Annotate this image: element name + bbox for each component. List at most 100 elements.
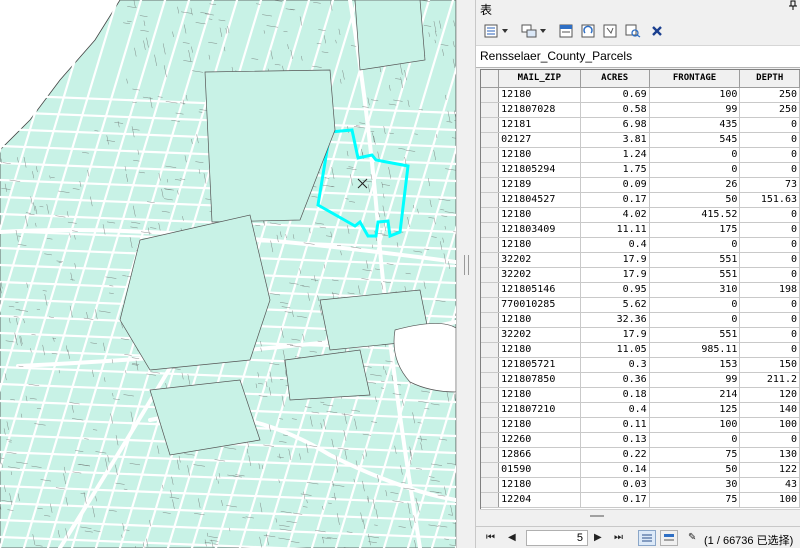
table-row[interactable]: 12260 0.13 0 0 [481,432,800,448]
table-cell[interactable]: 122 [739,462,800,478]
table-row[interactable]: 32202 17.9 551 0 [481,267,800,283]
table-cell[interactable]: 551 [649,267,741,283]
table-cell[interactable]: 12260 [498,432,581,448]
table-row[interactable]: 12180 11.05 985.11 0 [481,342,800,358]
scrollbar-thumb[interactable] [590,515,604,517]
table-cell[interactable]: 0 [739,132,800,148]
table-cell[interactable]: 0.3 [580,357,650,373]
row-selector[interactable] [481,492,500,508]
table-cell[interactable]: 12180 [498,312,581,328]
table-cell[interactable]: 198 [739,282,800,298]
table-cell[interactable]: 0 [739,342,800,358]
table-cell[interactable]: 99 [649,102,741,118]
table-row[interactable]: 121803409 11.11 175 0 [481,222,800,238]
select-by-attributes-icon[interactable] [558,23,576,39]
table-cell[interactable]: 0 [739,147,800,163]
row-selector[interactable] [481,147,500,163]
table-cell[interactable]: 0 [649,297,741,313]
row-selector[interactable] [481,222,500,238]
table-cell[interactable]: 121807210 [498,402,581,418]
row-selector[interactable] [481,252,500,268]
show-selected-records-button[interactable] [660,530,678,546]
table-cell[interactable]: 12180 [498,387,581,403]
table-row[interactable]: 121805146 0.95 310 198 [481,282,800,298]
row-selector[interactable] [481,447,500,463]
table-cell[interactable]: 12181 [498,117,581,133]
table-cell[interactable]: 153 [649,357,741,373]
table-cell[interactable]: 4.02 [580,207,650,223]
table-cell[interactable]: 0.17 [580,492,650,508]
row-selector[interactable] [481,462,500,478]
table-cell[interactable]: 12180 [498,342,581,358]
column-header[interactable]: FRONTAGE [649,70,741,88]
table-cell[interactable]: 12180 [498,477,581,493]
row-selector[interactable] [481,342,500,358]
table-cell[interactable]: 100 [739,492,800,508]
table-cell[interactable]: 0 [739,162,800,178]
table-cell[interactable]: 0 [649,147,741,163]
table-cell[interactable]: 0.36 [580,372,650,388]
table-cell[interactable]: 32202 [498,327,581,343]
table-cell[interactable]: 12204 [498,492,581,508]
table-cell[interactable]: 211.2 [739,372,800,388]
splitter-grip[interactable] [464,255,469,275]
row-selector[interactable] [481,327,500,343]
table-cell[interactable]: 214 [649,387,741,403]
table-cell[interactable]: 01590 [498,462,581,478]
row-selector[interactable] [481,357,500,373]
table-cell[interactable]: 0.58 [580,102,650,118]
switch-selection-icon[interactable] [580,23,598,39]
table-cell[interactable]: 125 [649,402,741,418]
table-cell[interactable]: 100 [649,417,741,433]
table-cell[interactable]: 26 [649,177,741,193]
table-cell[interactable]: 415.52 [649,207,741,223]
table-cell[interactable]: 0.18 [580,387,650,403]
table-row[interactable]: 12180 1.24 0 0 [481,147,800,163]
table-row[interactable]: 12180 0.4 0 0 [481,237,800,253]
zoom-to-selected-icon[interactable] [624,23,642,39]
table-cell[interactable]: 32202 [498,267,581,283]
row-selector[interactable] [481,237,500,253]
table-row[interactable]: 02127 3.81 545 0 [481,132,800,148]
table-row[interactable]: 01590 0.14 50 122 [481,462,800,478]
table-cell[interactable]: 0 [649,312,741,328]
table-cell[interactable]: 50 [649,192,741,208]
table-cell[interactable]: 985.11 [649,342,741,358]
table-cell[interactable]: 435 [649,117,741,133]
table-cell[interactable]: 6.98 [580,117,650,133]
table-cell[interactable]: 130 [739,447,800,463]
table-cell[interactable]: 121807028 [498,102,581,118]
table-cell[interactable]: 120 [739,387,800,403]
table-row[interactable]: 12180 4.02 415.52 0 [481,207,800,223]
table-cell[interactable]: 75 [649,492,741,508]
table-cell[interactable]: 73 [739,177,800,193]
table-cell[interactable]: 12180 [498,237,581,253]
table-cell[interactable]: 99 [649,372,741,388]
table-cell[interactable]: 551 [649,327,741,343]
table-tab[interactable]: Rensselaer_County_Parcels [476,46,800,68]
table-row[interactable]: 32202 17.9 551 0 [481,252,800,268]
table-cell[interactable]: 02127 [498,132,581,148]
table-cell[interactable]: 32202 [498,252,581,268]
table-cell[interactable]: 140 [739,402,800,418]
table-row[interactable]: 12180 0.18 214 120 [481,387,800,403]
table-cell[interactable]: 0 [739,327,800,343]
row-selector[interactable] [481,312,500,328]
row-selector[interactable] [481,387,500,403]
delete-icon[interactable] [648,23,666,39]
table-row[interactable]: 32202 17.9 551 0 [481,327,800,343]
table-cell[interactable]: 32.36 [580,312,650,328]
table-cell[interactable]: 121807850 [498,372,581,388]
column-header[interactable]: ACRES [580,70,650,88]
table-cell[interactable]: 0 [649,237,741,253]
table-cell[interactable]: 0.69 [580,87,650,103]
table-cell[interactable]: 121803409 [498,222,581,238]
table-cell[interactable]: 0 [739,237,800,253]
related-tables-icon[interactable] [520,23,538,39]
table-row[interactable]: 121807028 0.58 99 250 [481,102,800,118]
table-cell[interactable]: 12180 [498,147,581,163]
previous-record-button[interactable]: ◀ [508,532,516,543]
table-cell[interactable]: 100 [739,417,800,433]
row-selector[interactable] [481,297,500,313]
table-cell[interactable]: 0 [739,297,800,313]
